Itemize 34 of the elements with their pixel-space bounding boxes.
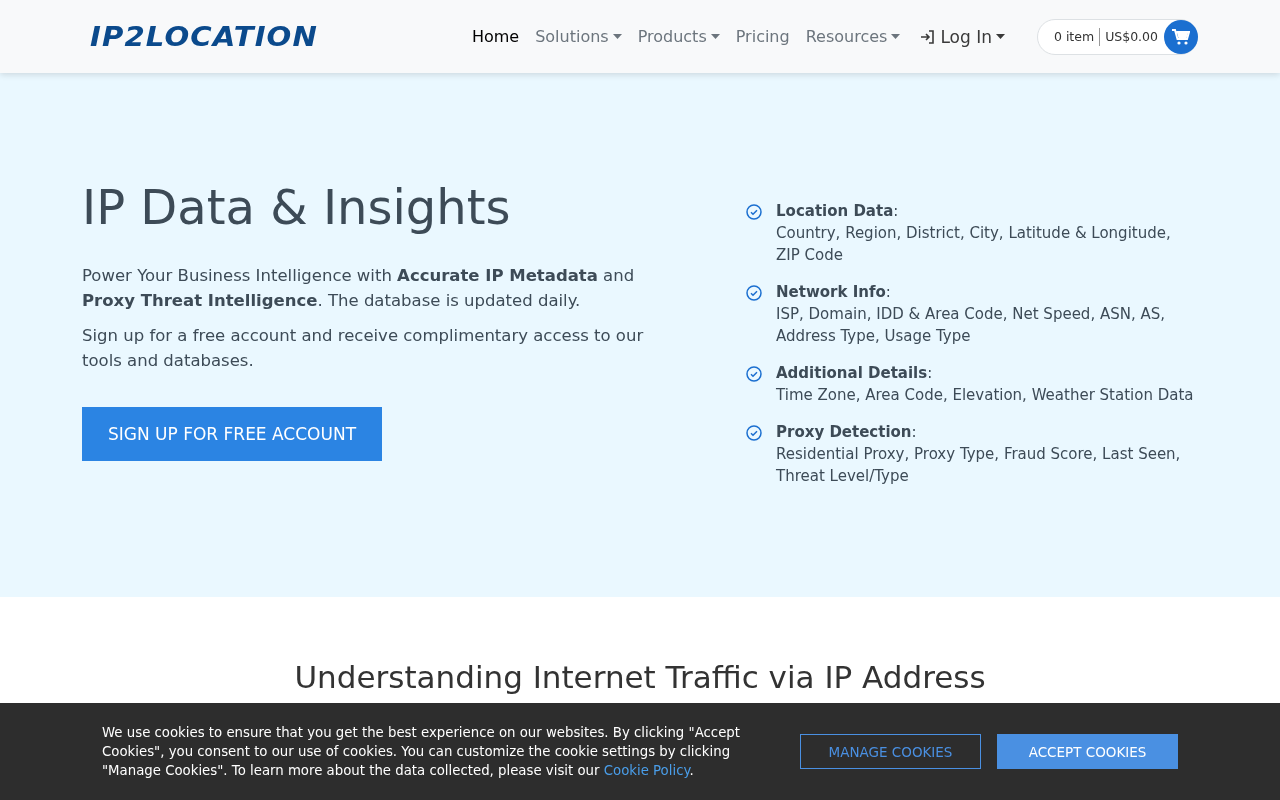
cart-count: 0 item xyxy=(1053,29,1095,44)
nav-link[interactable]: Pricing xyxy=(727,19,798,54)
feature-title: Network Info: xyxy=(776,282,892,303)
feature-details: Time Zone, Area Code, Elevation, Weather Station Data xyxy=(776,385,1194,406)
feature-title: Additional Details: xyxy=(776,363,934,384)
feature-details: Residential Proxy, Proxy Type, Fraud Score, Last Seen, Threat Level/Type xyxy=(776,444,1182,487)
cookie-policy-link[interactable]: Cookie Policy xyxy=(603,763,690,778)
cart-total: US$0.00 xyxy=(1105,29,1158,44)
logo[interactable]: IP2LOCATION xyxy=(90,21,318,52)
cart-summary[interactable]: 0 item US$0.00 xyxy=(1036,18,1198,55)
check-circle-icon xyxy=(746,285,762,301)
feature-details: Country, Region, District, City, Latitude & Longitude, ZIP Code xyxy=(776,223,1172,266)
hero-title: IP Data & Insights xyxy=(82,178,512,237)
check-circle-icon xyxy=(746,366,762,382)
signup-button[interactable]: SIGN UP FOR FREE ACCOUNT xyxy=(82,407,382,461)
cart-icon xyxy=(1172,28,1190,45)
feature-title: Location Data: xyxy=(776,201,900,222)
manage-cookies-button[interactable]: MANAGE COOKIES xyxy=(800,734,981,769)
accept-cookies-button[interactable]: ACCEPT COOKIES xyxy=(997,734,1178,769)
feature-title: Proxy Detection: xyxy=(776,422,918,443)
nav-link[interactable]: Log In xyxy=(912,18,1013,55)
intro-text: Power Your Business Intelligence with Accurate IP Metadata and Proxy Threat Intelligence. The database is updated daily. xyxy=(82,265,636,312)
cart-button[interactable] xyxy=(1164,19,1198,54)
cookie-notice: We use cookies to ensure that you get the best experience on our websites. By clicking "Accept Cookies", you consent to our use of cookies. You can customize the cookie settings by clicking "Manage Cookies". To learn more about the data collected, please visit our Cookie Policy. xyxy=(102,724,741,780)
feature-details: ISP, Domain, IDD & Area Code, Net Speed, ASN, AS, Address Type, Usage Type xyxy=(776,304,1166,347)
nav-link[interactable]: Products xyxy=(629,19,728,54)
nav-link[interactable]: Home xyxy=(463,19,528,54)
nav-link[interactable]: Solutions xyxy=(527,19,630,54)
section-title: Understanding Internet Traffic via IP Address xyxy=(293,659,987,695)
check-circle-icon xyxy=(746,425,762,441)
nav-link[interactable]: Resources xyxy=(797,19,909,54)
check-circle-icon xyxy=(746,204,762,220)
login-icon xyxy=(920,29,936,44)
intro-text: Sign up for a free account and receive complimentary access to our tools and databases. xyxy=(82,325,645,372)
